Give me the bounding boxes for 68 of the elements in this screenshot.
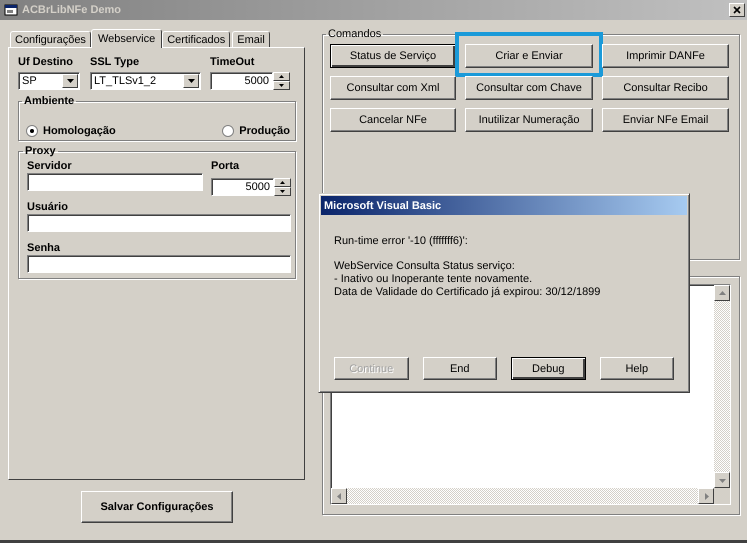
- caret-icon: [188, 79, 194, 83]
- radio-option[interactable]: Homologação: [26, 124, 116, 136]
- scrollbar-corner: [714, 488, 730, 504]
- left-arrow-icon: [336, 492, 342, 500]
- dialog-button[interactable]: Debug: [511, 357, 586, 380]
- close-button[interactable]: [729, 3, 745, 17]
- field-label: TimeOut: [210, 56, 256, 69]
- down-arrow-icon: [280, 190, 285, 192]
- field-label: SSL Type: [90, 56, 140, 69]
- radio-option[interactable]: Produção: [222, 124, 290, 136]
- app-icon: [4, 3, 18, 17]
- group-title: Proxy: [24, 145, 57, 157]
- down-arrow-icon: [718, 476, 726, 484]
- spin-button[interactable]: [273, 72, 290, 90]
- input-field[interactable]: [27, 214, 291, 232]
- field-label: Usuário: [27, 201, 69, 214]
- group-title: Ambiente: [23, 95, 76, 107]
- caret-icon: [66, 79, 74, 83]
- up-arrow-icon: [718, 290, 726, 296]
- command-button[interactable]: Cancelar NFe: [330, 108, 456, 132]
- right-arrow-icon: [702, 492, 710, 500]
- command-button[interactable]: Status de Serviço: [330, 44, 456, 68]
- scroll-left-button[interactable]: [331, 488, 347, 504]
- tab[interactable]: Configurações: [10, 31, 91, 47]
- dialog-button[interactable]: Help: [600, 357, 674, 380]
- dropdown-button[interactable]: [62, 74, 78, 88]
- error-message: Run-time error '-10 (fffffff6)':: [334, 235, 469, 247]
- field-label: Servidor: [27, 160, 73, 173]
- number-field[interactable]: 5000: [210, 72, 273, 90]
- spin-button[interactable]: [274, 178, 291, 196]
- command-button[interactable]: Consultar com Xml: [330, 76, 456, 100]
- message-line: WebService Consulta Status serviço:: [334, 260, 516, 273]
- command-button[interactable]: Criar e Enviar: [465, 44, 593, 68]
- dropdown-button[interactable]: [183, 74, 199, 88]
- command-button[interactable]: Consultar Recibo: [602, 76, 729, 100]
- command-button[interactable]: Inutilizar Numeração: [465, 108, 593, 132]
- input-field[interactable]: [27, 255, 291, 273]
- dropdown-field[interactable]: SP: [18, 72, 80, 90]
- command-button[interactable]: Enviar NFe Email: [602, 108, 729, 132]
- window-title: ACBrLibNFe Demo: [22, 4, 122, 16]
- close-icon: [733, 6, 741, 14]
- tab[interactable]: Email: [232, 31, 270, 47]
- group-title: Comandos: [327, 28, 382, 40]
- dropdown-field[interactable]: LT_TLSv1_2: [90, 72, 201, 90]
- command-button[interactable]: Imprimir DANFe: [602, 44, 729, 68]
- scroll-down-button[interactable]: [714, 472, 730, 488]
- field-label: Senha: [27, 242, 62, 255]
- scroll-up-button[interactable]: [714, 285, 730, 301]
- tab[interactable]: Webservice: [90, 29, 162, 48]
- field-label: Uf Destino: [18, 56, 74, 69]
- message-line: - Inativo ou Inoperante tente novamente.: [334, 273, 534, 286]
- input-field[interactable]: [27, 173, 203, 191]
- number-field[interactable]: 5000: [211, 178, 274, 196]
- scroll-right-button[interactable]: [698, 488, 714, 504]
- horizontal-scrollbar[interactable]: [331, 488, 714, 504]
- message-line: Data de Validade do Certificado já expirou: 30/12/1899: [334, 286, 602, 299]
- up-arrow-icon: [280, 180, 285, 184]
- vertical-scrollbar[interactable]: [714, 285, 730, 488]
- field-label: Porta: [211, 160, 240, 173]
- command-button[interactable]: Consultar com Chave: [465, 76, 593, 100]
- up-arrow-icon: [279, 75, 284, 78]
- radio-icon[interactable]: [222, 124, 234, 136]
- down-arrow-icon: [279, 84, 284, 87]
- tab[interactable]: Certificados: [162, 31, 230, 47]
- radio-icon[interactable]: [26, 124, 38, 136]
- save-button[interactable]: Salvar Configurações: [81, 491, 233, 523]
- dialog-button[interactable]: End: [422, 357, 497, 380]
- dialog-title: Microsoft Visual Basic: [321, 196, 687, 215]
